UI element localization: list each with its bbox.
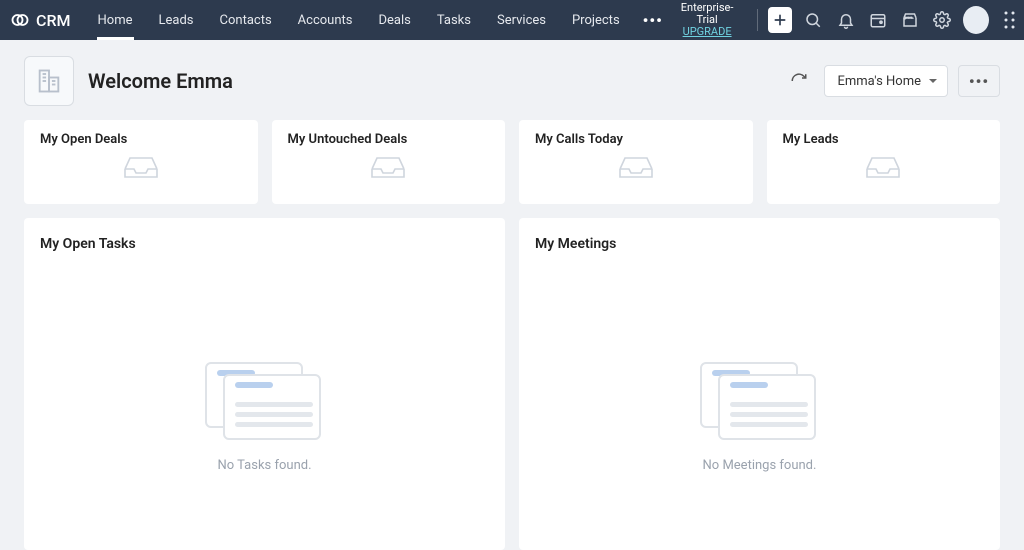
calendar-button[interactable] [867, 8, 889, 32]
bell-icon [837, 11, 855, 29]
brand-name: CRM [36, 11, 71, 30]
nav-tab-projects[interactable]: Projects [559, 0, 633, 40]
topbar-divider [757, 9, 758, 31]
empty-state: No Tasks found. [40, 362, 489, 473]
store-button[interactable] [899, 8, 921, 32]
nav-tab-contacts[interactable]: Contacts [207, 0, 285, 40]
card-title: My Open Deals [40, 132, 242, 147]
top-navbar: CRM Home Leads Contacts Accounts Deals T… [0, 0, 1024, 40]
calendar-icon [869, 11, 887, 29]
settings-button[interactable] [931, 8, 953, 32]
card-my-open-deals[interactable]: My Open Deals [24, 120, 258, 204]
more-actions-button[interactable]: ••• [958, 65, 1000, 97]
search-icon [804, 11, 822, 29]
empty-text: No Meetings found. [703, 458, 817, 473]
empty-illustration-icon [205, 362, 325, 442]
create-button[interactable] [768, 7, 792, 33]
empty-illustration-icon [700, 362, 820, 442]
nav-tab-tasks[interactable]: Tasks [424, 0, 484, 40]
trial-block: Enterprise-Trial UPGRADE [673, 2, 741, 38]
card-title: My Open Tasks [40, 236, 489, 252]
card-title: My Untouched Deals [288, 132, 490, 147]
building-icon [35, 67, 63, 95]
trial-label: Enterprise-Trial [673, 2, 741, 26]
gear-icon [933, 11, 951, 29]
empty-text: No Tasks found. [217, 458, 311, 473]
empty-state: No Meetings found. [535, 362, 984, 473]
topbar-right: Enterprise-Trial UPGRADE [673, 2, 1014, 38]
card-title: My Meetings [535, 236, 984, 252]
nav-tab-deals[interactable]: Deals [365, 0, 423, 40]
view-selector[interactable]: Emma's Home [824, 65, 948, 97]
brand[interactable]: CRM [10, 10, 71, 30]
empty-tray-icon [288, 155, 490, 179]
app-switcher-button[interactable] [1001, 8, 1018, 32]
grid-icon [1004, 11, 1016, 29]
empty-tray-icon [40, 155, 242, 179]
welcome-title: Welcome Emma [88, 69, 233, 93]
empty-tray-icon [783, 155, 985, 179]
welcome-header: Welcome Emma Emma's Home ••• [0, 40, 1024, 120]
large-cards-row: My Open Tasks No Tasks found. My Meeting… [24, 218, 1000, 550]
card-title: My Leads [783, 132, 985, 147]
card-my-untouched-deals[interactable]: My Untouched Deals [272, 120, 506, 204]
nav-tab-accounts[interactable]: Accounts [285, 0, 366, 40]
card-my-leads[interactable]: My Leads [767, 120, 1001, 204]
refresh-icon [790, 72, 808, 90]
brand-logo-icon [10, 10, 30, 30]
user-avatar[interactable] [963, 6, 989, 34]
inbox-icon [370, 155, 406, 179]
card-my-open-tasks[interactable]: My Open Tasks No Tasks found. [24, 218, 505, 550]
card-title: My Calls Today [535, 132, 737, 147]
view-selector-label: Emma's Home [837, 74, 921, 89]
search-button[interactable] [802, 8, 824, 32]
nav-tab-services[interactable]: Services [484, 0, 559, 40]
dashboard-content: My Open Deals My Untouched Deals My Call… [0, 120, 1024, 550]
card-my-meetings[interactable]: My Meetings No Meetings found. [519, 218, 1000, 550]
upgrade-link[interactable]: UPGRADE [673, 26, 741, 38]
company-logo-placeholder[interactable] [24, 56, 74, 106]
card-my-calls-today[interactable]: My Calls Today [519, 120, 753, 204]
refresh-button[interactable] [784, 66, 814, 96]
inbox-icon [865, 155, 901, 179]
inbox-icon [123, 155, 159, 179]
inbox-icon [618, 155, 654, 179]
nav-more-button[interactable]: ••• [633, 11, 673, 30]
notifications-button[interactable] [835, 8, 857, 32]
nav-tab-home[interactable]: Home [85, 0, 146, 40]
welcome-actions: Emma's Home ••• [784, 65, 1000, 97]
small-cards-row: My Open Deals My Untouched Deals My Call… [24, 120, 1000, 204]
store-icon [901, 11, 919, 29]
plus-icon [772, 12, 788, 28]
empty-tray-icon [535, 155, 737, 179]
nav-tabs: Home Leads Contacts Accounts Deals Tasks… [85, 0, 673, 40]
nav-tab-leads[interactable]: Leads [146, 0, 207, 40]
